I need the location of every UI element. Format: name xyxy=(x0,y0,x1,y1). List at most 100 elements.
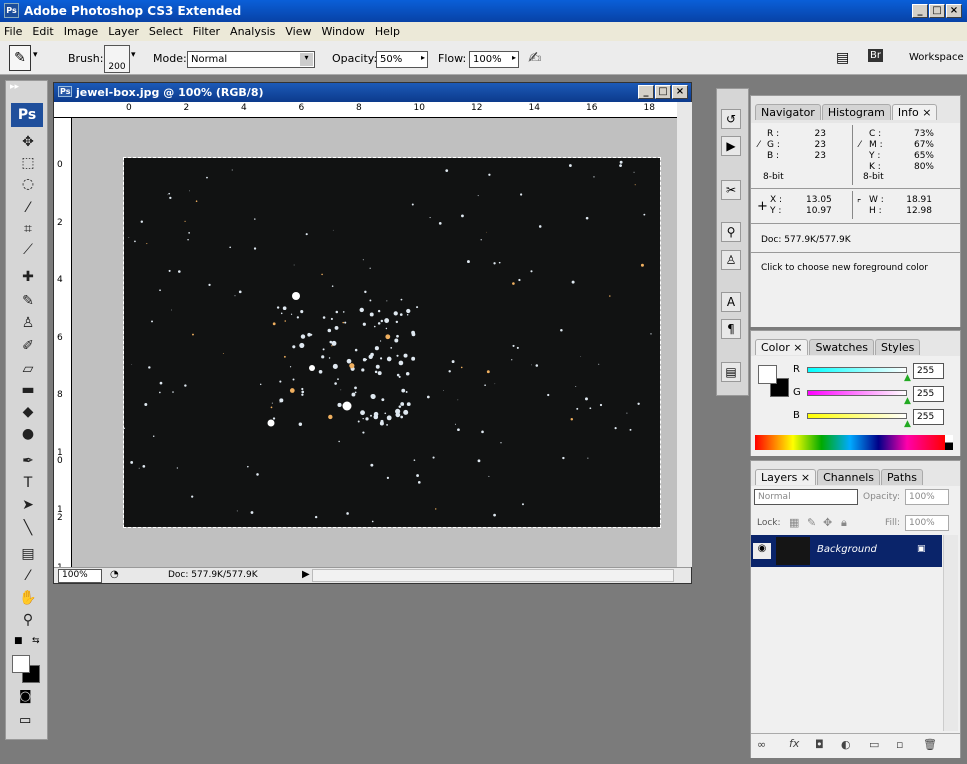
new-group-icon[interactable]: ▭ xyxy=(869,738,879,751)
zoom-tool[interactable]: ⚲ xyxy=(14,610,42,630)
layer-opacity-field[interactable]: 100% xyxy=(905,489,949,505)
tab-swatches[interactable]: Swatches xyxy=(809,339,875,355)
tool-presets-icon[interactable]: ✂ xyxy=(721,180,741,200)
status-menu-icon[interactable]: ◔ xyxy=(110,569,119,580)
bridge-icon[interactable]: Br xyxy=(868,49,883,62)
palette-well-icon[interactable]: ▤ xyxy=(836,50,849,66)
eyedropper-cmyk-icon[interactable]: ⁄ xyxy=(859,140,861,150)
eraser-tool[interactable]: ▱ xyxy=(14,359,42,379)
red-slider[interactable] xyxy=(807,367,907,373)
notes-tool[interactable]: ▤ xyxy=(14,544,42,564)
marquee-tool[interactable]: ⬚ xyxy=(14,153,42,173)
document-title-bar[interactable]: Ps jewel-box.jpg @ 100% (RGB/8) _ □ × xyxy=(54,83,691,102)
lasso-tool[interactable]: ◌ xyxy=(14,174,42,194)
blue-value-field[interactable]: 255 xyxy=(913,409,944,425)
green-value-field[interactable]: 255 xyxy=(913,386,944,402)
clone-source-icon[interactable]: ♙ xyxy=(721,250,741,270)
layer-row-background[interactable]: ◉ Background ▣ xyxy=(751,535,942,567)
history-icon[interactable]: ↺ xyxy=(721,109,741,129)
maximize-button[interactable]: □ xyxy=(929,4,945,18)
healing-brush-tool[interactable]: ✚ xyxy=(14,267,42,287)
add-mask-icon[interactable]: ◘ xyxy=(815,738,824,751)
opacity-slider-arrow-icon[interactable]: ▸ xyxy=(421,53,425,62)
airbrush-icon[interactable]: ✍ xyxy=(528,48,541,67)
tab-histogram[interactable]: Histogram xyxy=(821,104,891,120)
tab-info[interactable]: Info × xyxy=(891,104,938,120)
lock-transparency-icon[interactable]: ▦ xyxy=(789,516,799,529)
status-arrow-icon[interactable]: ▶ xyxy=(302,569,310,580)
menu-help[interactable]: Help xyxy=(375,25,400,41)
opacity-field[interactable]: 50% ▸ xyxy=(376,51,428,68)
layers-scrollbar[interactable] xyxy=(943,535,958,731)
visibility-eye-icon[interactable]: ◉ xyxy=(753,543,771,559)
slice-tool[interactable]: ⟋ xyxy=(14,240,42,260)
line-tool[interactable]: ╲ xyxy=(14,518,42,538)
vertical-scrollbar[interactable] xyxy=(677,102,692,567)
layer-style-icon[interactable]: fx xyxy=(789,737,799,750)
brush-size-picker[interactable]: 200 xyxy=(104,45,130,73)
image-jewel-box[interactable] xyxy=(123,157,661,528)
red-value-field[interactable]: 255 xyxy=(913,363,944,379)
green-slider[interactable] xyxy=(807,390,907,396)
canvas-area[interactable] xyxy=(72,118,677,567)
clone-stamp-tool[interactable]: ♙ xyxy=(14,313,42,333)
menu-file[interactable]: File xyxy=(4,25,22,41)
default-colors-icon[interactable]: ■ xyxy=(14,636,23,646)
history-brush-tool[interactable]: ✐ xyxy=(14,336,42,356)
red-slider-handle[interactable]: ▲ xyxy=(904,373,911,383)
flow-field[interactable]: 100% ▸ xyxy=(469,51,519,68)
mode-select[interactable]: Normal ▾ xyxy=(187,51,315,68)
gradient-tool[interactable]: ▬ xyxy=(14,380,42,400)
move-tool[interactable]: ✥ xyxy=(14,132,42,152)
layer-name[interactable]: Background xyxy=(817,544,877,555)
blue-slider-handle[interactable]: ▲ xyxy=(904,419,911,429)
quick-mask-icon[interactable]: ◙ xyxy=(19,689,32,704)
tool-preset-picker[interactable]: ✎ xyxy=(9,45,31,71)
crop-tool[interactable]: ⌗ xyxy=(14,219,42,239)
menu-edit[interactable]: Edit xyxy=(32,25,53,41)
actions-icon[interactable]: ▶ xyxy=(721,136,741,156)
menu-window[interactable]: Window xyxy=(321,25,364,41)
tab-navigator[interactable]: Navigator xyxy=(755,104,821,120)
layer-comps-icon[interactable]: ▤ xyxy=(721,362,741,382)
tab-color[interactable]: Color × xyxy=(755,339,809,355)
hand-tool[interactable]: ✋ xyxy=(14,588,42,608)
tab-layers[interactable]: Layers × xyxy=(755,469,817,485)
dodge-tool[interactable]: ● xyxy=(14,424,42,444)
screen-mode-icon[interactable]: ▭ xyxy=(19,713,31,728)
menu-image[interactable]: Image xyxy=(64,25,98,41)
new-layer-icon[interactable]: ▫ xyxy=(896,738,903,751)
link-layers-icon[interactable]: ∞ xyxy=(757,738,766,751)
green-slider-handle[interactable]: ▲ xyxy=(904,396,911,406)
black-white-ramp[interactable] xyxy=(945,435,953,450)
zoom-field[interactable]: 100% xyxy=(58,569,102,583)
type-tool[interactable]: T xyxy=(14,473,42,493)
flow-slider-arrow-icon[interactable]: ▸ xyxy=(512,53,516,62)
fill-field[interactable]: 100% xyxy=(905,515,949,531)
menu-filter[interactable]: Filter xyxy=(193,25,220,41)
eyedropper-tool[interactable]: ⁄ xyxy=(14,566,42,586)
horizontal-scrollbar[interactable] xyxy=(312,569,674,582)
close-button[interactable]: × xyxy=(946,4,962,18)
tool-preset-dropdown-icon[interactable]: ▾ xyxy=(33,50,38,60)
quick-selection-tool[interactable]: ⁄ xyxy=(14,198,42,218)
tab-channels[interactable]: Channels xyxy=(817,469,881,485)
eyedropper-icon[interactable]: ⁄ xyxy=(758,140,760,150)
brush-tool[interactable]: ✎ xyxy=(14,291,42,311)
menu-analysis[interactable]: Analysis xyxy=(230,25,275,41)
ruler-left[interactable]: 02468101214 xyxy=(54,118,72,580)
foreground-color-swatch[interactable] xyxy=(12,655,30,673)
collapse-toolbox-icon[interactable]: ▸▸ xyxy=(10,82,19,92)
lock-all-icon[interactable]: 🔒︎ xyxy=(841,516,847,530)
doc-close-button[interactable]: × xyxy=(672,85,688,99)
paragraph-icon[interactable]: ¶ xyxy=(721,319,741,339)
tab-styles[interactable]: Styles xyxy=(875,339,921,355)
delete-layer-icon[interactable]: 🗑︎ xyxy=(923,738,937,751)
blend-mode-select[interactable]: Normal xyxy=(754,489,858,505)
doc-maximize-button[interactable]: □ xyxy=(655,85,671,99)
brushes-icon[interactable]: ⚲ xyxy=(721,222,741,242)
menu-layer[interactable]: Layer xyxy=(108,25,139,41)
close-tab-icon[interactable]: × xyxy=(922,106,931,119)
ruler-top[interactable]: 0 2 4 6 8 10 12 14 16 18 xyxy=(54,102,677,118)
blue-slider[interactable] xyxy=(807,413,907,419)
